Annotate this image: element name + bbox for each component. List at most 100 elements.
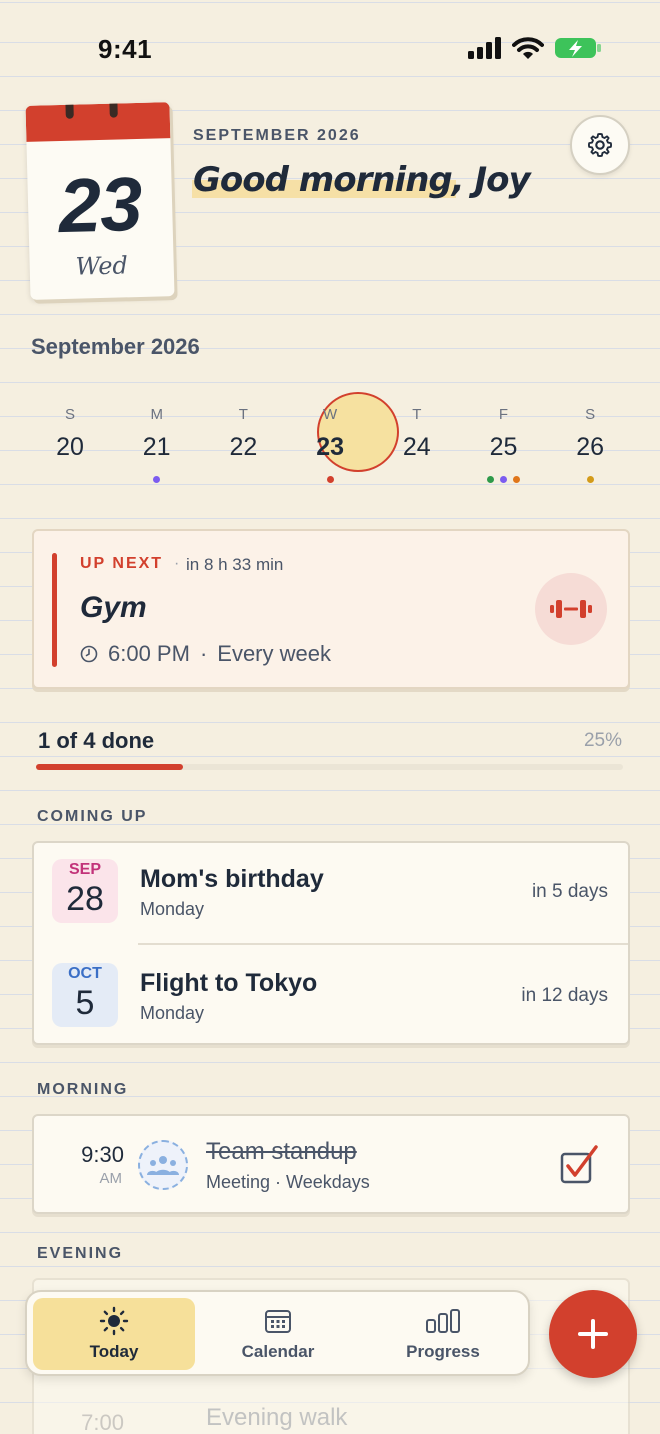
calendar-month-title: September 2026 (31, 334, 200, 359)
chip-day: 5 (75, 984, 95, 1022)
coming-up-card: SEP 28 Mom's birthday Monday in 5 days OCT 5 Fl… (32, 841, 630, 1045)
day-number: 21 (142, 433, 171, 461)
up-next-title: Gym (80, 591, 147, 624)
day-number: 24 (402, 433, 431, 461)
morning-heading: MORNING (37, 1081, 129, 1098)
chip-month: OCT (68, 965, 102, 982)
event-dot (326, 476, 334, 483)
status-time: 9:41 (98, 34, 153, 64)
wifi-icon (512, 37, 544, 59)
chip-day: 28 (66, 880, 104, 918)
calendar-icon (265, 1310, 291, 1333)
day-letter: F (498, 406, 509, 423)
date-chip: SEP 28 (52, 859, 118, 923)
binder-ring (109, 102, 118, 118)
add-button[interactable] (549, 1290, 637, 1378)
coming-up-heading: COMING UP (37, 808, 148, 825)
event-dots (200, 476, 286, 484)
event-dot (513, 476, 520, 483)
day-22[interactable]: T 22 (200, 398, 286, 484)
settings-button[interactable] (570, 115, 630, 175)
bar-chart-icon (426, 1309, 460, 1333)
day-number: 20 (56, 433, 84, 461)
day-20[interactable]: S 20 (27, 398, 113, 484)
day-letter: M (150, 406, 163, 423)
up-next-separator: · (174, 555, 180, 572)
progress-bar (36, 764, 623, 770)
event-countdown: in 5 days (531, 881, 608, 902)
event-dots (374, 476, 460, 484)
progress-label: 1 of 4 done (38, 728, 155, 753)
up-next-time-row: 6:00 PM · Every week (80, 641, 331, 667)
header-month: SEPTEMBER 2026 (193, 127, 361, 144)
up-next-icon-badge (535, 573, 607, 645)
event-dot (153, 476, 161, 483)
task-subtitle: Meeting · Weekdays (206, 1172, 370, 1192)
event-countdown: in 12 days (521, 985, 608, 1006)
day-number: 22 (229, 433, 258, 461)
event-title: Flight to Tokyo (140, 969, 318, 997)
date-card: 23 Wed (25, 102, 175, 300)
task-time: 7:00 (81, 1410, 124, 1434)
chip-month: SEP (68, 861, 101, 878)
day-letter: T (412, 406, 422, 423)
task-time: 9:30 (81, 1142, 124, 1167)
up-next-accent-bar (52, 553, 57, 667)
status-icons (468, 36, 602, 60)
coming-up-item[interactable]: OCT 5 Flight to Tokyo Monday in 12 days (34, 947, 628, 1049)
greeting: Good morning, Joy (193, 160, 531, 200)
progress-percent: 25% (583, 730, 622, 751)
event-weekday: Monday (140, 1003, 205, 1023)
event-dots (461, 476, 547, 484)
coming-up-item[interactable]: SEP 28 Mom's birthday Monday in 5 days (34, 843, 628, 945)
event-dot (500, 476, 507, 483)
event-title: Mom's birthday (140, 865, 324, 893)
dumbbell-icon (550, 600, 592, 618)
day-letter: S (585, 406, 596, 423)
tab-calendar[interactable]: Calendar (197, 1298, 359, 1370)
signal-icon (468, 37, 501, 59)
event-dots (27, 476, 113, 484)
task-title: Team standup (206, 1138, 357, 1165)
date-chip: OCT 5 (52, 963, 118, 1027)
up-next-label: UP NEXT (80, 555, 164, 572)
date-card-number: 23 (57, 161, 143, 250)
event-dots (287, 476, 373, 484)
day-23[interactable]: W 23 (287, 398, 373, 484)
day-number: 23 (316, 433, 344, 461)
day-letter: W (323, 406, 338, 423)
task-row[interactable]: 9:30 AM Team standup Meeting · Weekdays (32, 1114, 630, 1214)
day-number: 25 (489, 433, 518, 461)
gear-icon (587, 132, 613, 158)
day-26[interactable]: S 26 (547, 398, 633, 484)
tab-label: Today (89, 1342, 139, 1361)
day-24[interactable]: T 24 (374, 398, 460, 484)
tab-today[interactable]: Today (33, 1298, 195, 1370)
people-icon (147, 1156, 179, 1175)
up-next-time: 6:00 PM (108, 641, 190, 666)
day-25[interactable]: F 25 (461, 398, 547, 484)
date-card-binding (25, 102, 171, 142)
battery-icon (555, 38, 601, 58)
plus-icon (578, 1319, 608, 1349)
week-strip: S 20 M 21 T 22 W 23 T 24 F 25 S 26 (27, 392, 633, 498)
binder-ring (65, 102, 74, 119)
tab-bar: Today Calendar Progress (25, 1290, 530, 1376)
tab-progress[interactable]: Progress (362, 1298, 524, 1370)
event-dots (547, 476, 633, 484)
up-next-card[interactable]: UP NEXT · in 8 h 33 min Gym 6:00 PM · Ev… (32, 529, 630, 689)
day-letter: T (238, 406, 248, 423)
up-next-time-separator: · (199, 641, 208, 666)
tab-label: Progress (406, 1342, 480, 1361)
checkbox-checked-icon[interactable] (558, 1144, 602, 1188)
progress-bar-fill (36, 764, 183, 770)
tab-label: Calendar (241, 1342, 315, 1361)
event-dot (487, 476, 494, 483)
date-card-weekday: Wed (75, 251, 129, 281)
day-21[interactable]: M 21 (114, 398, 200, 484)
clock-icon (80, 645, 98, 663)
event-weekday: Monday (140, 899, 205, 919)
event-dot (586, 476, 594, 483)
task-ampm: AM (99, 1170, 123, 1187)
up-next-repeat: Every week (217, 641, 331, 666)
